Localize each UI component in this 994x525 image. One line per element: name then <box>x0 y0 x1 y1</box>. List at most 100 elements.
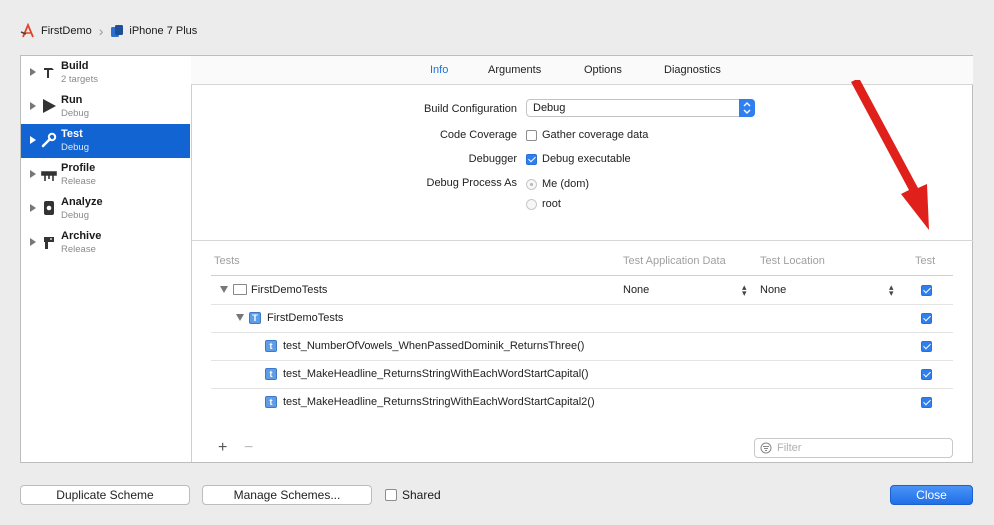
tests-table: Tests Test Application Data Test Locatio… <box>211 248 953 420</box>
test-method-name: test_MakeHeadline_ReturnsStringWithEachW… <box>283 396 595 408</box>
test-enabled-checkbox[interactable] <box>921 341 932 352</box>
table-row[interactable]: t test_MakeHeadline_ReturnsStringWithEac… <box>211 360 953 388</box>
chevron-right-icon: › <box>98 23 104 39</box>
debugger-label: Debugger <box>468 153 517 165</box>
filter-placeholder: Filter <box>777 442 802 454</box>
play-icon <box>43 99 56 113</box>
annotation-arrow-icon <box>851 80 929 230</box>
sidebar-item-subtitle: Debug <box>61 142 89 153</box>
disclosure-triangle-icon[interactable] <box>30 102 36 110</box>
test-class-icon: T <box>249 312 261 324</box>
test-enabled-checkbox[interactable] <box>921 285 932 296</box>
sidebar-item-subtitle: Release <box>61 244 96 255</box>
instruments-icon <box>41 171 57 181</box>
test-method-icon: t <box>265 396 277 408</box>
scheme-editor-panel: Build 2 targets Run Debug Test Debug Pro… <box>20 55 973 463</box>
table-row[interactable]: t test_NumberOfVowels_WhenPassedDominik_… <box>211 332 953 360</box>
remove-test-button[interactable]: − <box>244 439 253 457</box>
sidebar-item-subtitle: Debug <box>61 108 89 119</box>
analyze-icon <box>44 201 54 215</box>
code-coverage-label: Code Coverage <box>439 129 517 141</box>
disclosure-triangle-icon[interactable] <box>236 314 244 321</box>
tab-info[interactable]: Info <box>430 64 448 76</box>
xcode-project-icon <box>20 23 34 38</box>
sidebar-item-label: Run <box>61 94 83 106</box>
disclosure-triangle-icon[interactable] <box>220 286 228 293</box>
section-divider <box>191 240 973 241</box>
sidebar-item-label: Test <box>61 128 83 140</box>
debug-process-me-radio[interactable] <box>526 179 537 190</box>
manage-schemes-button[interactable]: Manage Schemes... <box>202 485 372 505</box>
table-row[interactable]: FirstDemoTests None ▴ ▾ None ▴ ▾ <box>211 276 953 304</box>
table-row[interactable]: t test_MakeHeadline_ReturnsStringWithEac… <box>211 388 953 416</box>
sidebar-item-archive[interactable]: Archive Release <box>21 226 190 260</box>
hammer-icon <box>44 68 54 78</box>
build-configuration-select[interactable]: Debug <box>526 99 755 117</box>
popup-arrows-icon <box>739 99 755 117</box>
sidebar-item-run[interactable]: Run Debug <box>21 90 190 124</box>
sidebar-item-subtitle: 2 targets <box>61 74 98 85</box>
chevron-updown-icon[interactable]: ▴ ▾ <box>889 283 894 298</box>
sidebar-item-subtitle: Release <box>61 176 96 187</box>
tab-arguments[interactable]: Arguments <box>488 64 541 76</box>
debug-executable-label[interactable]: Debug executable <box>542 153 631 165</box>
build-configuration-value: Debug <box>533 102 566 114</box>
tab-diagnostics[interactable]: Diagnostics <box>664 64 721 76</box>
tab-options[interactable]: Options <box>584 64 622 76</box>
column-header-test-app-data[interactable]: Test Application Data <box>623 255 726 267</box>
gather-coverage-checkbox[interactable] <box>526 130 537 141</box>
test-enabled-checkbox[interactable] <box>921 313 932 324</box>
test-location-select[interactable]: None <box>760 284 786 296</box>
gather-coverage-label[interactable]: Gather coverage data <box>542 129 648 141</box>
debug-process-as-label: Debug Process As <box>426 177 518 189</box>
debug-executable-checkbox[interactable] <box>526 154 537 165</box>
sidebar-item-build[interactable]: Build 2 targets <box>21 56 190 90</box>
filter-icon <box>760 442 772 454</box>
filter-field[interactable]: Filter <box>754 438 953 458</box>
debug-process-root-radio[interactable] <box>526 199 537 210</box>
column-header-test-location[interactable]: Test Location <box>760 255 825 267</box>
disclosure-triangle-icon[interactable] <box>30 136 36 144</box>
disclosure-triangle-icon[interactable] <box>30 238 36 246</box>
shared-label[interactable]: Shared <box>402 488 441 502</box>
close-button[interactable]: Close <box>890 485 973 505</box>
debug-process-me-label[interactable]: Me (dom) <box>542 178 589 190</box>
wrench-icon <box>41 132 57 148</box>
column-header-test[interactable]: Test <box>915 255 935 267</box>
duplicate-scheme-button[interactable]: Duplicate Scheme <box>20 485 190 505</box>
disclosure-triangle-icon[interactable] <box>30 170 36 178</box>
disclosure-triangle-icon[interactable] <box>30 68 36 76</box>
test-enabled-checkbox[interactable] <box>921 397 932 408</box>
build-configuration-label: Build Configuration <box>424 103 517 115</box>
breadcrumb: FirstDemo › iPhone 7 Plus <box>20 22 197 40</box>
sidebar-item-subtitle: Debug <box>61 210 89 221</box>
sidebar-item-test[interactable]: Test Debug <box>21 124 190 158</box>
table-row[interactable]: T FirstDemoTests <box>211 304 953 332</box>
sidebar-item-analyze[interactable]: Analyze Debug <box>21 192 190 226</box>
chevron-updown-icon[interactable]: ▴ ▾ <box>742 283 747 298</box>
test-enabled-checkbox[interactable] <box>921 369 932 380</box>
test-bundle-name: FirstDemoTests <box>251 284 328 296</box>
scheme-action-sidebar: Build 2 targets Run Debug Test Debug Pro… <box>21 56 192 462</box>
add-test-button[interactable]: + <box>218 439 227 457</box>
sidebar-item-label: Profile <box>61 162 96 174</box>
iphone-device-icon <box>111 25 124 37</box>
sidebar-item-label: Archive <box>61 230 102 242</box>
test-method-icon: t <box>265 340 277 352</box>
breadcrumb-device[interactable]: iPhone 7 Plus <box>129 25 197 37</box>
test-app-data-select[interactable]: None <box>623 284 649 296</box>
shared-checkbox[interactable] <box>385 489 397 501</box>
breadcrumb-project[interactable]: FirstDemo <box>41 25 92 37</box>
sidebar-item-label: Build <box>61 60 89 72</box>
column-header-tests[interactable]: Tests <box>214 255 240 267</box>
sidebar-item-label: Analyze <box>61 196 103 208</box>
test-method-name: test_NumberOfVowels_WhenPassedDominik_Re… <box>283 340 585 352</box>
disclosure-triangle-icon[interactable] <box>30 204 36 212</box>
folder-icon <box>233 284 247 295</box>
debug-process-root-label[interactable]: root <box>542 198 561 210</box>
archive-icon <box>44 237 54 249</box>
test-class-name: FirstDemoTests <box>267 312 344 324</box>
sidebar-item-profile[interactable]: Profile Release <box>21 158 190 192</box>
test-method-icon: t <box>265 368 277 380</box>
test-method-name: test_MakeHeadline_ReturnsStringWithEachW… <box>283 368 589 380</box>
